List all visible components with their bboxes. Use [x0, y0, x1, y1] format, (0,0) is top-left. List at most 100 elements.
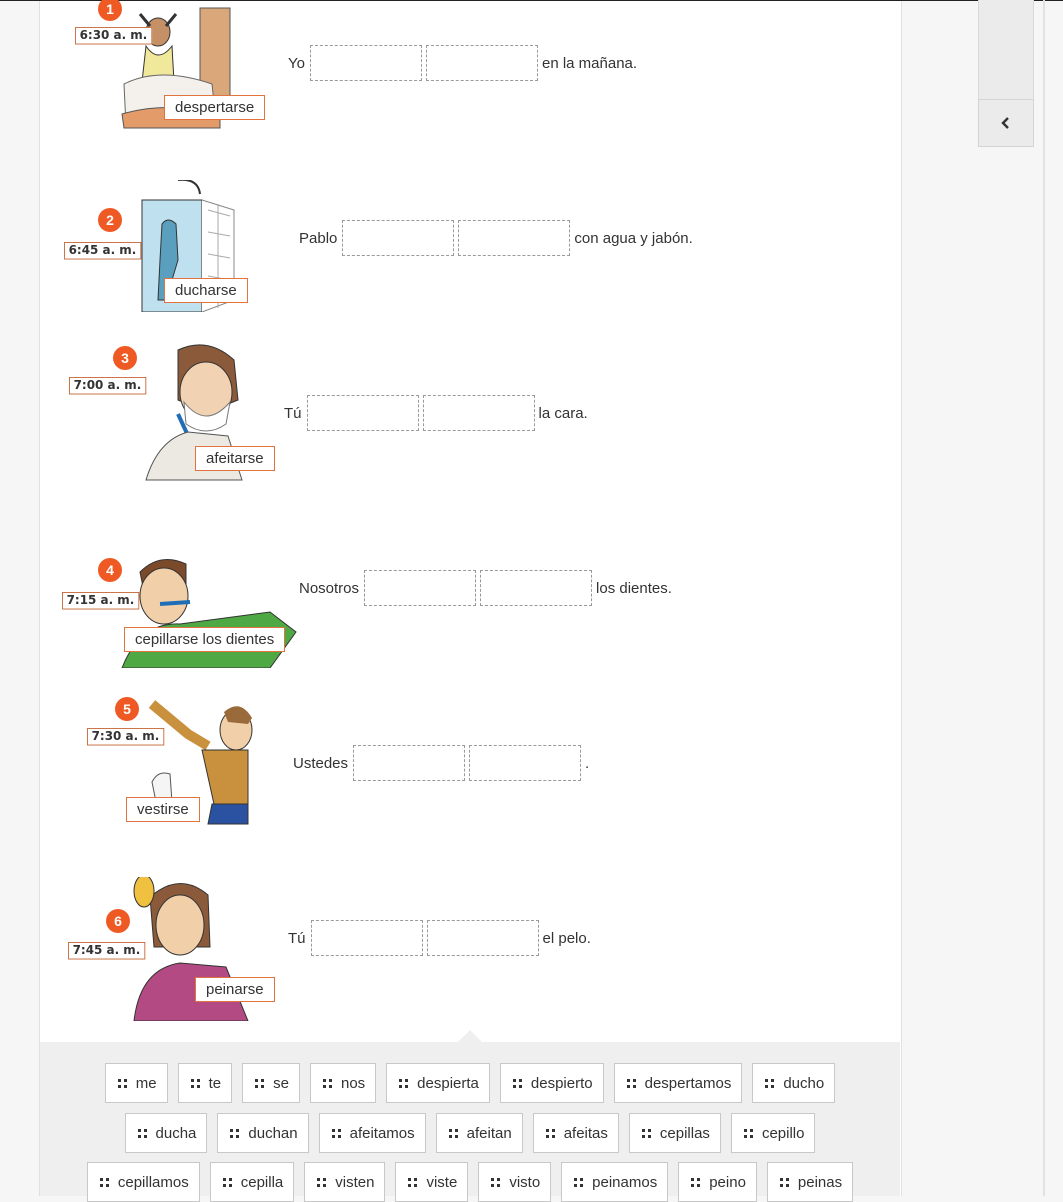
word-chip[interactable]: peinamos [561, 1162, 669, 1202]
word-chip-label: me [135, 1074, 157, 1092]
drag-handle-icon [137, 1128, 147, 1138]
drag-handle-icon [448, 1128, 458, 1138]
word-chip[interactable]: me [104, 1063, 168, 1103]
step-number-badge: 2 [98, 208, 122, 232]
sentence-ending: . [585, 754, 590, 772]
verb-label: ducharse [164, 278, 248, 303]
exercise-item-5: 5 7:30 a. m. vestirse Ustedes . [0, 690, 900, 830]
word-chip[interactable]: visto [478, 1162, 552, 1202]
sentence: Yo en la mañana. [288, 45, 637, 81]
drag-handle-icon [317, 1177, 327, 1187]
word-chip[interactable]: nos [309, 1063, 377, 1103]
drop-zone-pronoun[interactable] [310, 920, 423, 956]
step-number-badge: 5 [115, 697, 139, 721]
drag-handle-icon [230, 1128, 240, 1138]
word-chip[interactable]: peinas [766, 1162, 854, 1202]
side-panel [978, 0, 1034, 100]
word-bank-pointer [458, 1030, 482, 1042]
drag-handle-icon [626, 1078, 636, 1088]
word-chip[interactable]: despierta [386, 1063, 490, 1103]
verb-label: vestirse [126, 797, 200, 822]
drop-zone-verb[interactable] [425, 45, 538, 81]
drag-handle-icon [99, 1177, 109, 1187]
drag-handle-icon [691, 1177, 701, 1187]
exercise-item-2: 2 6:45 a. m. ducharse Pablo con agua y j… [0, 175, 900, 315]
sentence: Nosotros los dientes. [299, 570, 672, 606]
drop-zone-pronoun[interactable] [364, 570, 477, 606]
sentence-ending: el pelo. [542, 929, 591, 947]
drop-zone-pronoun[interactable] [306, 395, 419, 431]
word-chip[interactable]: ducha [124, 1113, 208, 1153]
word-chip[interactable]: te [177, 1063, 233, 1103]
word-chip[interactable]: afeitamos [318, 1113, 426, 1153]
drop-zone-verb[interactable] [458, 220, 571, 256]
exercise-item-4: 4 7:15 a. m. cepillarse los dientes Noso… [0, 552, 900, 692]
drag-handle-icon [491, 1177, 501, 1187]
sentence-subject: Ustedes [293, 754, 349, 772]
sentence-subject: Pablo [299, 229, 338, 247]
drop-zone-pronoun[interactable] [353, 745, 466, 781]
sentence-ending: los dientes. [596, 579, 672, 597]
word-chip-label: afeitas [563, 1124, 608, 1142]
chevron-left-icon [1001, 117, 1009, 129]
exercise-item-3: 3 7:00 a. m. afeitarse Tú la cara. [0, 340, 900, 481]
word-chip-label: visto [509, 1173, 541, 1191]
drop-zone-verb[interactable] [422, 395, 535, 431]
drop-zone-pronoun[interactable] [309, 45, 422, 81]
word-chip-label: cepilla [240, 1173, 284, 1191]
word-chip[interactable]: ducho [752, 1063, 836, 1103]
drag-handle-icon [322, 1078, 332, 1088]
sentence: Tú la cara. [284, 395, 588, 431]
word-chip[interactable]: afeitan [435, 1113, 523, 1153]
word-chip[interactable]: se [242, 1063, 300, 1103]
collapse-sidebar-button[interactable] [978, 99, 1034, 147]
sentence-ending: con agua y jabón. [574, 229, 693, 247]
word-chip-label: peinas [797, 1173, 843, 1191]
drop-zone-verb[interactable] [469, 745, 582, 781]
word-chip[interactable]: duchan [217, 1113, 309, 1153]
time-label: 7:15 a. m. [62, 592, 139, 610]
exercise-item-6: 6 7:45 a. m. peinarse Tú el pelo. [0, 865, 900, 1021]
word-chip-label: afeitamos [349, 1124, 415, 1142]
word-chip-label: peino [709, 1173, 746, 1191]
drag-handle-icon [545, 1128, 555, 1138]
verb-label: peinarse [195, 977, 275, 1002]
drop-zone-verb[interactable] [426, 920, 539, 956]
time-label: 6:30 a. m. [75, 27, 152, 45]
sentence: Pablo con agua y jabón. [299, 220, 693, 256]
word-chip[interactable]: afeitas [532, 1113, 619, 1153]
word-chip[interactable]: despertamos [613, 1063, 743, 1103]
word-chip[interactable]: peino [678, 1162, 757, 1202]
word-bank-row: ducha duchan afeitamos afeitan afeitas cepill… [40, 1113, 900, 1153]
drag-handle-icon [190, 1078, 200, 1088]
word-chip-label: despierto [530, 1074, 593, 1092]
word-chip[interactable]: viste [395, 1162, 469, 1202]
drag-handle-icon [222, 1177, 232, 1187]
word-chip-label: despertamos [644, 1074, 732, 1092]
drag-handle-icon [641, 1128, 651, 1138]
word-bank-row: me te se nos despierta despierto despertamos du… [40, 1063, 900, 1103]
step-number-badge: 3 [113, 346, 137, 370]
verb-label: cepillarse los dientes [124, 627, 286, 652]
word-chip[interactable]: cepillamos [86, 1162, 200, 1202]
word-chip-label: duchan [248, 1124, 298, 1142]
drag-handle-icon [743, 1128, 753, 1138]
drop-zone-pronoun[interactable] [342, 220, 455, 256]
drag-handle-icon [331, 1128, 341, 1138]
word-chip[interactable]: cepillas [628, 1113, 721, 1153]
sentence-ending: la cara. [538, 404, 588, 422]
drag-handle-icon [779, 1177, 789, 1187]
word-chip-label: cepillas [659, 1124, 710, 1142]
drop-zone-verb[interactable] [480, 570, 593, 606]
page-scroll-edge [1043, 0, 1045, 1196]
time-label: 7:30 a. m. [87, 728, 164, 746]
word-chip[interactable]: visten [304, 1162, 386, 1202]
word-chip[interactable]: despierto [499, 1063, 604, 1103]
word-chip[interactable]: cepilla [209, 1162, 295, 1202]
step-number-badge: 6 [106, 909, 130, 933]
drag-handle-icon [255, 1078, 265, 1088]
word-chip-label: despierta [417, 1074, 479, 1092]
word-chip[interactable]: cepillo [730, 1113, 816, 1153]
word-chip-label: ducho [783, 1074, 825, 1092]
word-chip-label: se [273, 1074, 289, 1092]
